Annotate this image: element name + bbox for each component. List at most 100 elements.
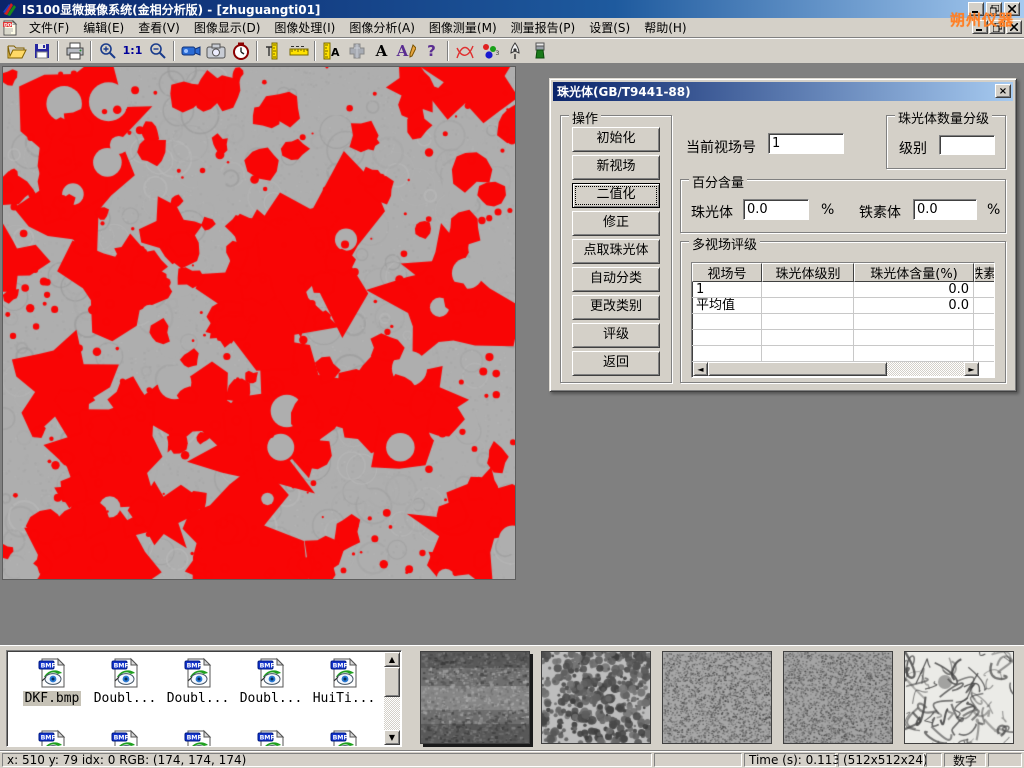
grade-level-input[interactable]: [939, 135, 995, 155]
mode-status: 数字: [944, 753, 986, 767]
dialog-title-bar[interactable]: 珠光体(GB/T9441-88) ×: [553, 82, 1013, 101]
grid-overlay-button[interactable]: [344, 39, 369, 63]
save-button[interactable]: [29, 39, 54, 63]
brush-fill-button[interactable]: [527, 39, 552, 63]
svg-text:3: 3: [495, 50, 499, 57]
file-item[interactable]: BMP DKF.bmp: [17, 657, 87, 706]
table-header-cell[interactable]: 铁素体含量(%): [974, 263, 995, 282]
scroll-right-icon[interactable]: ►: [964, 362, 979, 376]
file-name: Doubl...: [92, 691, 159, 706]
file-scrollbar[interactable]: ▲ ▼: [384, 652, 400, 745]
zoom-in-button[interactable]: [95, 39, 120, 63]
scroll-left-icon[interactable]: ◄: [693, 362, 708, 376]
rating-table-header: 视场号珠光体级别珠光体含量(%)铁素体含量(%): [692, 263, 994, 282]
styled-text-button[interactable]: A: [394, 39, 419, 63]
timer-clock-button[interactable]: [228, 39, 253, 63]
print-button[interactable]: [62, 39, 87, 63]
particle-classify-button[interactable]: 3: [477, 39, 502, 63]
table-row[interactable]: 平均值0.0: [692, 298, 994, 314]
op-button[interactable]: 点取珠光体: [572, 239, 660, 264]
table-row: [692, 346, 994, 362]
menu-item[interactable]: 文件(F): [22, 17, 76, 38]
file-item[interactable]: BMP: [309, 729, 379, 747]
caliper-measure-button[interactable]: [261, 39, 286, 63]
status-spacer: [654, 753, 742, 767]
video-camera-button[interactable]: [178, 39, 203, 63]
cursor-position-status: x: 510 y: 79 idx: 0 RGB: (174, 174, 174): [2, 753, 652, 767]
op-button[interactable]: 修正: [572, 211, 660, 236]
file-scrollbar-thumb[interactable]: [384, 667, 400, 697]
file-item[interactable]: BMP: [236, 729, 306, 747]
open-file-button[interactable]: [4, 39, 29, 63]
point-pick-button[interactable]: [502, 39, 527, 63]
op-button[interactable]: 新视场: [572, 155, 660, 180]
op-button[interactable]: 更改类别: [572, 295, 660, 320]
rating-group: 多视场评级 视场号珠光体级别珠光体含量(%)铁素体含量(%) 10.0平均值0.…: [680, 241, 1006, 383]
menu-item[interactable]: 帮助(H): [637, 17, 693, 38]
actual-size-button[interactable]: 1:1: [120, 39, 145, 63]
op-button[interactable]: 初始化: [572, 127, 660, 152]
op-button[interactable]: 自动分类: [572, 267, 660, 292]
file-item[interactable]: BMP: [163, 729, 233, 747]
menu-item[interactable]: 图像分析(A): [342, 17, 422, 38]
percent-group-label: 百分含量: [689, 172, 747, 191]
file-item[interactable]: BMP Doubl...: [236, 657, 306, 706]
help-button[interactable]: ?: [419, 39, 444, 63]
menu-item[interactable]: 编辑(E): [76, 17, 131, 38]
table-cell: [854, 314, 974, 329]
menu-item[interactable]: 图像测量(M): [422, 17, 504, 38]
status-bar: x: 510 y: 79 idx: 0 RGB: (174, 174, 174)…: [0, 750, 1024, 768]
op-button[interactable]: 返回: [572, 351, 660, 376]
svg-text:BMP: BMP: [260, 663, 276, 670]
svg-text:BMP: BMP: [114, 735, 130, 742]
sample-thumbnail[interactable]: [662, 651, 772, 744]
file-item[interactable]: BMP Doubl...: [163, 657, 233, 706]
sample-thumbnail[interactable]: [904, 651, 1014, 744]
menu-item[interactable]: 图像显示(D): [187, 17, 268, 38]
file-item[interactable]: BMP Doubl...: [90, 657, 160, 706]
scroll-down-icon[interactable]: ▼: [384, 730, 400, 745]
table-header-cell[interactable]: 珠光体含量(%): [854, 263, 974, 282]
table-cell: [692, 346, 762, 361]
menu-item[interactable]: 查看(V): [131, 17, 187, 38]
menu-item[interactable]: 测量报告(P): [504, 17, 583, 38]
percent-group: 百分含量 珠光体 0.0 % 铁素体 0.0 %: [680, 179, 1006, 233]
svg-text:BMP: BMP: [41, 735, 57, 742]
sample-thumbnail[interactable]: [541, 651, 651, 744]
bmp-file-icon: BMP: [328, 729, 360, 747]
table-horizontal-scrollbar[interactable]: ◄ ►: [693, 362, 979, 376]
sample-thumbnail[interactable]: [420, 651, 530, 744]
text-tool-button[interactable]: A: [369, 39, 394, 63]
zoom-out-button[interactable]: [145, 39, 170, 63]
bottom-panel: ▲ ▼ BMP DKF.bmp BMP Doubl... BMP: [0, 645, 1024, 750]
table-header-cell[interactable]: 珠光体级别: [762, 263, 854, 282]
ferrite-input[interactable]: 0.0: [913, 199, 977, 220]
current-field-input[interactable]: 1: [768, 133, 844, 154]
op-button[interactable]: 评级: [572, 323, 660, 348]
bmp-file-icon: BMP: [255, 657, 287, 689]
capture-camera-button[interactable]: [203, 39, 228, 63]
sample-thumbnail[interactable]: [783, 651, 893, 744]
ruler-measure-button[interactable]: [286, 39, 311, 63]
measure-annotate-button[interactable]: A: [319, 39, 344, 63]
file-item[interactable]: BMP: [17, 729, 87, 747]
scroll-up-icon[interactable]: ▲: [384, 652, 400, 667]
table-header-cell[interactable]: 视场号: [692, 263, 762, 282]
document-system-icon[interactable]: DOC: [2, 20, 18, 36]
file-item[interactable]: BMP: [90, 729, 160, 747]
svg-text:BMP: BMP: [187, 663, 203, 670]
menu-item[interactable]: 图像处理(I): [267, 17, 342, 38]
table-cell: [974, 282, 995, 297]
dialog-close-button[interactable]: ×: [995, 84, 1011, 98]
micrograph-image[interactable]: [2, 66, 516, 580]
ferrite-unit: %: [987, 202, 1000, 218]
curve-analysis-button[interactable]: [452, 39, 477, 63]
op-button[interactable]: 二值化: [572, 183, 660, 208]
pearlite-input[interactable]: 0.0: [743, 199, 809, 220]
menu-bar-items: 文件(F)编辑(E)查看(V)图像显示(D)图像处理(I)图像分析(A)图像测量…: [22, 17, 694, 38]
scrollbar-thumb[interactable]: [708, 362, 887, 376]
menu-item[interactable]: 设置(S): [582, 17, 637, 38]
grade-group: 珠光体数量分级 级别: [886, 115, 1006, 169]
table-row[interactable]: 10.0: [692, 282, 994, 298]
file-item[interactable]: BMP HuiTi...: [309, 657, 379, 706]
